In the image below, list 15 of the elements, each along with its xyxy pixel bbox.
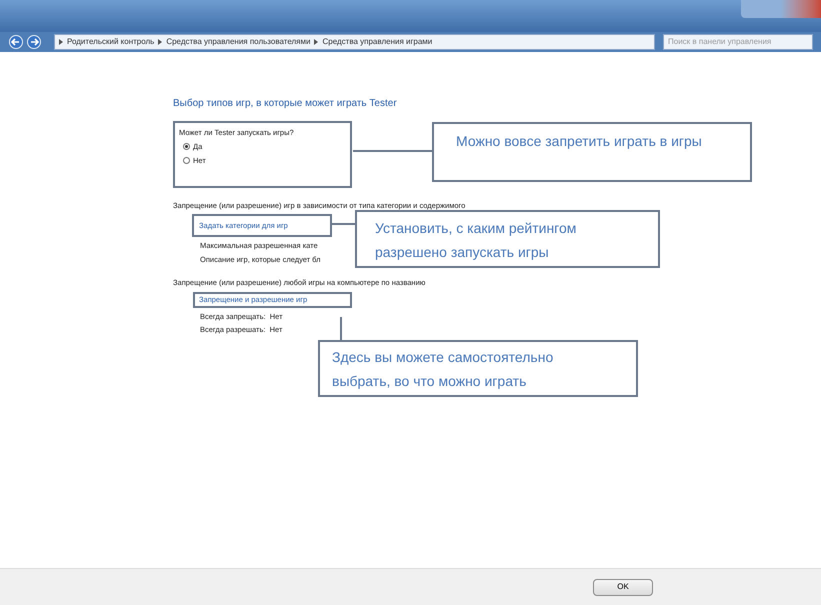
radio-button[interactable] xyxy=(183,143,190,150)
breadcrumb[interactable]: Родительский контроль xyxy=(67,36,154,48)
breadcrumb[interactable]: Средства управления пользователями xyxy=(166,36,310,48)
radio-button[interactable] xyxy=(183,156,190,164)
chevron-icon[interactable] xyxy=(59,39,63,45)
callout: Здесь вы можете самостоятельно выбрать, во что можно играть xyxy=(318,340,638,397)
breadcrumb[interactable]: Средства управления играми xyxy=(322,36,432,48)
ok-button[interactable]: OK xyxy=(593,578,653,596)
address-field[interactable]: Родительский контроль Средства управления пользователями Средства управления играми xyxy=(54,34,655,50)
connector-line xyxy=(340,317,342,340)
chevron-icon[interactable] xyxy=(314,39,318,45)
callout: Можно вовсе запретить играть в игры xyxy=(432,122,752,182)
page-heading: Выбор типов игр, в которые может играть Tester xyxy=(173,97,398,111)
callout: Установить, с каким рейтингом разрешено запускать игры xyxy=(355,210,660,268)
chevron-icon[interactable] xyxy=(158,39,162,45)
